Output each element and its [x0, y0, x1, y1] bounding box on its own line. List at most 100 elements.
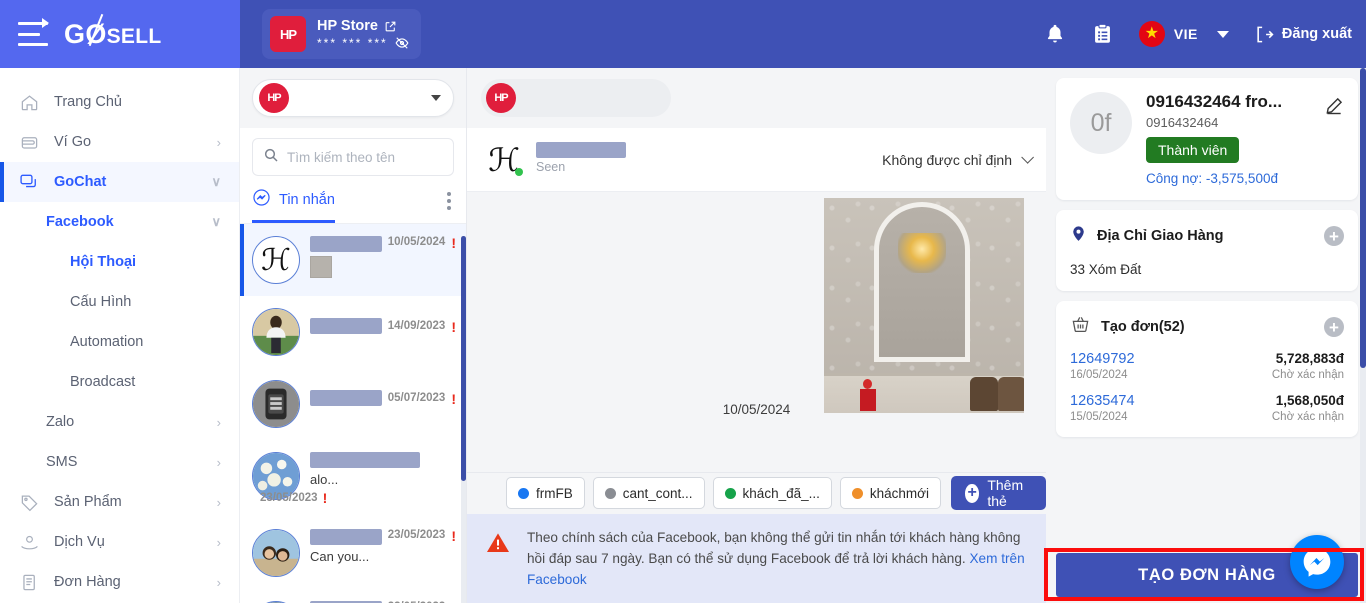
tag-chip[interactable]: frmFB [506, 477, 585, 510]
chevron-down-icon [1021, 151, 1034, 164]
tag-color-dot [518, 487, 529, 499]
page-select-wrap: HP [240, 68, 466, 128]
order-item[interactable]: 12649792 5,728,883đ 16/05/2024 Chờ xác n… [1070, 351, 1344, 381]
list-item[interactable]: 23/05/2023 ! [240, 589, 466, 603]
chevron-right-icon: › [216, 454, 221, 470]
messenger-icon [252, 188, 271, 211]
add-address-button[interactable]: + [1324, 226, 1344, 246]
store-switcher[interactable]: HP HP Store *** *** *** [262, 9, 421, 59]
chevron-right-icon: › [216, 494, 221, 510]
search-wrap [240, 128, 466, 182]
chevron-right-icon: › [216, 534, 221, 550]
sidebar-item-hoi-thoai[interactable]: Hội Thoại [0, 242, 239, 282]
store-meta: HP Store *** *** *** [317, 17, 409, 50]
tag-chip[interactable]: cant_cont... [592, 477, 705, 510]
search-input[interactable] [287, 149, 443, 165]
add-tag-button[interactable]: + Thêm thẻ [950, 476, 1046, 511]
list-item-body: 23/05/2023 ! Can you... [310, 529, 456, 577]
bell-icon[interactable] [1044, 22, 1066, 46]
conversation-options-icon[interactable] [444, 192, 454, 219]
list-item-body: 10/05/2024 ! [310, 236, 456, 284]
list-item[interactable]: 23/05/2023 ! Can you... [240, 517, 466, 589]
message-image[interactable] [824, 198, 1024, 413]
tag-chip[interactable]: kháchmới [839, 477, 941, 510]
chat-icon [18, 172, 40, 192]
sidebar-item-don-hang[interactable]: Đơn Hàng › [0, 562, 239, 602]
sidebar-item-zalo[interactable]: Zalo › [0, 402, 239, 442]
page-selector[interactable]: HP [252, 79, 454, 117]
list-item[interactable]: 05/07/2023 ! [240, 368, 466, 440]
warning-icon [485, 531, 511, 560]
add-order-button[interactable]: + [1324, 317, 1344, 337]
add-tag-label: Thêm thẻ [987, 477, 1024, 510]
list-item-date: 10/05/2024 [387, 236, 446, 248]
sidebar-label: GoChat [54, 174, 107, 190]
pencil-icon[interactable] [1324, 96, 1344, 186]
sidebar-label: Hội Thoại [70, 254, 137, 270]
order-item[interactable]: 12635474 1,568,050đ 15/05/2024 Chờ xác n… [1070, 393, 1344, 423]
list-item-top: 05/07/2023 ! [310, 380, 456, 406]
chat-page-chip[interactable]: HP [481, 79, 671, 117]
conversation-list[interactable]: ℋ 10/05/2024 ! 14/09/2023 ! 05/07/2023 !… [240, 224, 466, 603]
tag-color-dot [604, 487, 616, 499]
order-icon [18, 573, 40, 592]
sidebar-item-facebook[interactable]: Facebook ∨ [0, 202, 239, 242]
sidebar-item-gochat[interactable]: GoChat ∨ [0, 162, 239, 202]
sidebar-label: Trang Chủ [54, 94, 122, 110]
assignee-dropdown[interactable]: Không được chỉ định [882, 151, 1034, 168]
order-status: Chờ xác nhận [1271, 411, 1344, 423]
menu-toggle-icon[interactable] [18, 18, 49, 46]
external-link-icon[interactable] [384, 20, 397, 33]
order-id[interactable]: 12635474 [1070, 393, 1135, 409]
language-selector[interactable]: ★ VIE [1138, 21, 1229, 47]
customer-panel-scrollbar[interactable] [1360, 68, 1366, 603]
message-timestamp: 10/05/2024 [722, 402, 791, 417]
sidebar-label: Facebook [46, 214, 114, 230]
tag-label: khách_đã_... [742, 485, 820, 501]
search-box[interactable] [252, 138, 454, 176]
orders-head: Tạo đơn(52) + [1070, 315, 1344, 339]
sidebar-item-sms[interactable]: SMS › [0, 442, 239, 482]
shipping-address-card: Địa Chỉ Giao Hàng + 33 Xóm Đất [1056, 210, 1358, 291]
sidebar-item-san-pham[interactable]: Sản Phẩm › [0, 482, 239, 522]
store-name-row: HP Store [317, 17, 409, 35]
list-item-meta: 23/05/2023 ! [260, 491, 456, 505]
tag-label: frmFB [536, 485, 573, 501]
vietnam-flag-icon: ★ [1138, 21, 1165, 47]
tag-color-dot [851, 487, 863, 499]
sidebar-arrow: › [216, 134, 221, 150]
sidebar-label: Zalo [46, 414, 75, 430]
avatar: 0f [1070, 92, 1132, 154]
order-id[interactable]: 12649792 [1070, 351, 1135, 367]
tag-label: cant_cont... [622, 485, 693, 501]
message-preview: alo... [310, 472, 339, 487]
list-item-date: 14/09/2023 [387, 320, 446, 332]
top-bar-left: G Ø SELL [0, 0, 240, 68]
chat-top-strip: HP [467, 68, 1046, 128]
clipboard-icon[interactable] [1092, 22, 1113, 46]
sidebar-item-vi-go[interactable]: Ví Go › [0, 122, 239, 162]
warning-text: Theo chính sách của Facebook, bạn không … [527, 529, 1021, 566]
shipping-address-value: 33 Xóm Đất [1070, 262, 1142, 277]
wallet-icon [18, 133, 40, 152]
app-root: G Ø SELL HP HP Store *** *** *** ★ VIE Đ… [0, 0, 1366, 603]
eye-off-icon[interactable] [395, 36, 409, 50]
messenger-bubble-icon[interactable] [1290, 535, 1344, 589]
store-name: HP Store [317, 18, 378, 35]
unread-indicator: ! [451, 235, 456, 251]
tag-bar: frmFB cant_cont... khách_đã_... kháchmới… [467, 471, 1046, 514]
list-item[interactable]: 14/09/2023 ! [240, 296, 466, 368]
sidebar-item-trang-chu[interactable]: Trang Chủ [0, 82, 239, 122]
sidebar-item-dich-vu[interactable]: Dịch Vụ › [0, 522, 239, 562]
gosell-logo: G Ø SELL [64, 19, 162, 50]
tag-chip[interactable]: khách_đã_... [712, 477, 832, 510]
sidebar-item-automation[interactable]: Automation [0, 322, 239, 362]
online-status-dot [515, 167, 523, 176]
list-item[interactable]: alo... 23/05/2023 ! [240, 440, 466, 517]
list-item[interactable]: ℋ 10/05/2024 ! [240, 224, 466, 296]
language-label: VIE [1173, 26, 1198, 42]
sidebar-item-cau-hinh[interactable]: Cấu Hình [0, 282, 239, 322]
logout-button[interactable]: Đăng xuất [1255, 25, 1352, 44]
sidebar-item-broadcast[interactable]: Broadcast [0, 362, 239, 402]
tab-tin-nhan[interactable]: Tin nhắn [252, 188, 335, 223]
